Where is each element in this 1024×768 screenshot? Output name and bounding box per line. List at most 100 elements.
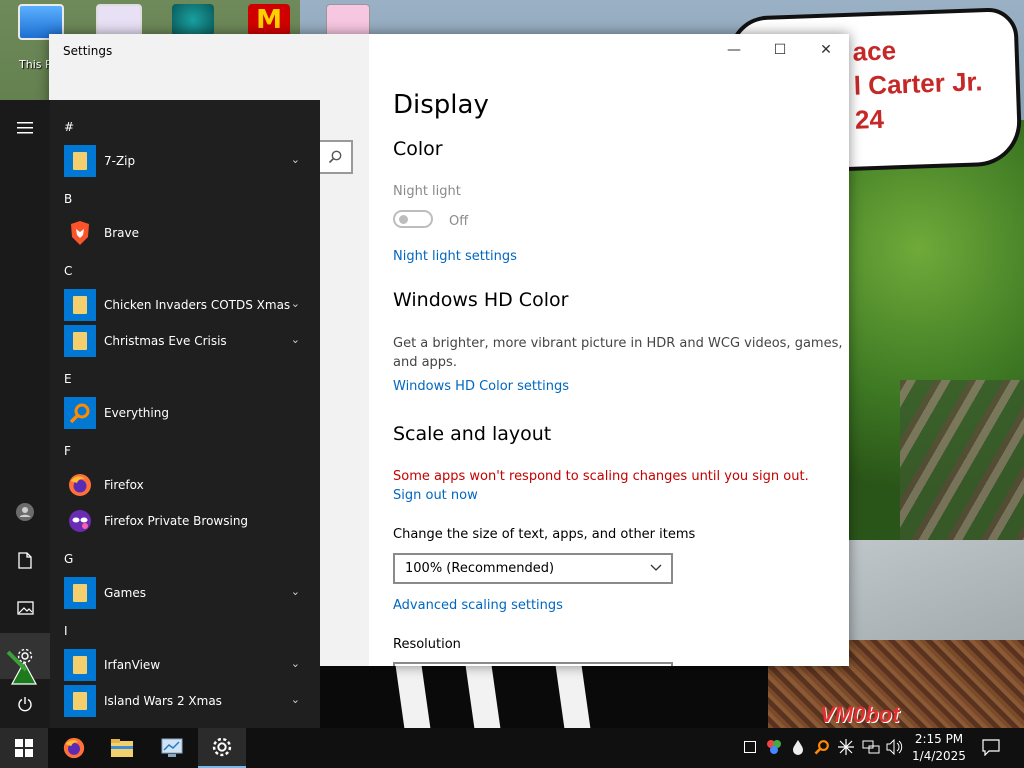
app-name: Everything (104, 406, 169, 420)
display-settings-content: Display Color Night light Off Night ligh… (393, 34, 849, 666)
group-letter[interactable]: C (64, 264, 72, 278)
app-list-item[interactable]: Chicken Invaders COTDS Xmas ⌄ (64, 289, 314, 321)
scaling-warning: Some apps won't respond to scaling chang… (393, 469, 809, 484)
resolution-dropdown[interactable] (393, 662, 673, 666)
speech-text-line: l Carter Jr. (853, 66, 983, 101)
documents-button[interactable] (0, 537, 50, 583)
mcdonalds-icon[interactable]: M (248, 4, 290, 36)
folder-icon (64, 577, 96, 609)
app-list-item[interactable]: 7-Zip ⌄ (64, 145, 314, 177)
hd-color-heading: Windows HD Color (393, 289, 569, 311)
desktop-game-icon[interactable] (172, 4, 214, 36)
resolution-label: Resolution (393, 637, 461, 652)
desktop-icon-label: This P (19, 58, 52, 71)
settings-search-button[interactable] (319, 140, 353, 174)
gear-icon (212, 737, 232, 757)
app-name: Island Wars 2 Xmas (104, 694, 222, 708)
page-title: Display (393, 90, 489, 120)
app-list-item[interactable]: Brave (64, 217, 314, 249)
group-letter[interactable]: F (64, 444, 71, 458)
mouse-cursor-icon (6, 650, 38, 685)
taskbar-file-explorer-button[interactable] (98, 728, 146, 768)
taskbar: 2:15 PM 1/4/2025 (0, 728, 1024, 768)
app-list-item[interactable]: Firefox (64, 469, 314, 501)
clock-date: 1/4/2025 (912, 749, 966, 763)
hd-color-description: Get a brighter, more vibrant picture in … (393, 336, 843, 351)
night-light-toggle[interactable] (393, 210, 433, 228)
power-icon (18, 697, 32, 712)
hd-color-settings-link[interactable]: Windows HD Color settings (393, 379, 569, 394)
hamburger-menu-button[interactable] (0, 105, 50, 151)
taskbar-clock[interactable]: 2:15 PM 1/4/2025 (908, 731, 970, 765)
app-name: Chicken Invaders COTDS Xmas (104, 298, 291, 312)
tray-colorful-app-icon[interactable] (766, 739, 782, 755)
monitor-app-icon (161, 738, 183, 757)
group-letter[interactable]: # (64, 120, 74, 134)
everything-search-icon[interactable] (814, 739, 830, 755)
size-label: Change the size of text, apps, and other… (393, 527, 696, 542)
chevron-down-icon[interactable]: ⌄ (291, 585, 300, 598)
scale-dropdown[interactable]: 100% (Recommended) (393, 553, 673, 584)
app-list-item[interactable]: Christmas Eve Crisis ⌄ (64, 325, 314, 357)
chevron-down-icon[interactable]: ⌄ (291, 153, 300, 166)
night-light-settings-link[interactable]: Night light settings (393, 249, 517, 264)
tray-square-icon[interactable] (744, 741, 756, 753)
advanced-scaling-link[interactable]: Advanced scaling settings (393, 598, 563, 613)
chevron-down-icon[interactable]: ⌄ (291, 297, 300, 310)
folder-icon (64, 649, 96, 681)
firefox-private-icon (64, 505, 96, 537)
taskbar-settings-button[interactable] (198, 728, 246, 768)
chevron-down-icon[interactable]: ⌄ (291, 693, 300, 706)
tray-sparkle-icon[interactable] (838, 739, 854, 755)
folder-icon (111, 739, 133, 757)
app-list-item[interactable]: Everything (64, 397, 314, 429)
scale-dropdown-value: 100% (Recommended) (405, 561, 555, 576)
chevron-down-icon[interactable]: ⌄ (291, 657, 300, 670)
app-name: Christmas Eve Crisis (104, 334, 227, 348)
notification-center-icon[interactable] (982, 739, 1000, 756)
app-list-item[interactable]: IrfanView ⌄ (64, 649, 314, 681)
app-name: 7-Zip (104, 154, 136, 168)
picture-icon (16, 601, 34, 615)
group-letter[interactable]: E (64, 372, 72, 386)
night-light-label: Night light (393, 184, 461, 199)
folder-icon (64, 325, 96, 357)
document-icon (18, 551, 32, 569)
app-name: Games (104, 586, 146, 600)
tray-drop-icon[interactable] (792, 739, 804, 755)
network-icon[interactable] (862, 739, 880, 755)
app-name: Firefox (104, 478, 144, 492)
app-list-item[interactable]: Island Wars 2 Xmas ⌄ (64, 685, 314, 717)
app-name: Brave (104, 226, 140, 240)
hamburger-icon (17, 122, 33, 134)
pictures-button[interactable] (0, 585, 50, 631)
start-menu-rail (0, 100, 50, 728)
speech-text-line: 24 (854, 103, 885, 135)
app-name: Firefox Private Browsing (104, 514, 249, 528)
app-name: IrfanView (104, 658, 161, 672)
chevron-down-icon[interactable]: ⌄ (291, 333, 300, 346)
user-avatar-icon (16, 503, 34, 521)
firefox-icon (64, 469, 96, 501)
start-button[interactable] (0, 728, 48, 768)
clock-time: 2:15 PM (914, 732, 964, 746)
search-icon (328, 150, 342, 164)
desktop-game-icon[interactable] (326, 4, 370, 38)
user-account-button[interactable] (0, 489, 50, 535)
night-light-toggle-state: Off (449, 214, 469, 229)
taskbar-app-button[interactable] (148, 728, 196, 768)
windows-logo-icon (15, 739, 33, 757)
sign-out-link[interactable]: Sign out now (393, 488, 478, 503)
color-heading: Color (393, 138, 443, 160)
app-list-item[interactable]: Games ⌄ (64, 577, 314, 609)
taskbar-firefox-button[interactable] (50, 728, 98, 768)
firefox-icon (63, 737, 85, 759)
volume-icon[interactable] (886, 739, 904, 755)
group-letter[interactable]: B (64, 192, 72, 206)
app-list-item[interactable]: Firefox Private Browsing (64, 505, 314, 537)
watermark: VM0bot (820, 702, 900, 727)
group-letter[interactable]: I (64, 624, 68, 638)
group-letter[interactable]: G (64, 552, 73, 566)
power-button[interactable] (0, 681, 50, 727)
hd-color-description: and apps. (393, 355, 457, 370)
